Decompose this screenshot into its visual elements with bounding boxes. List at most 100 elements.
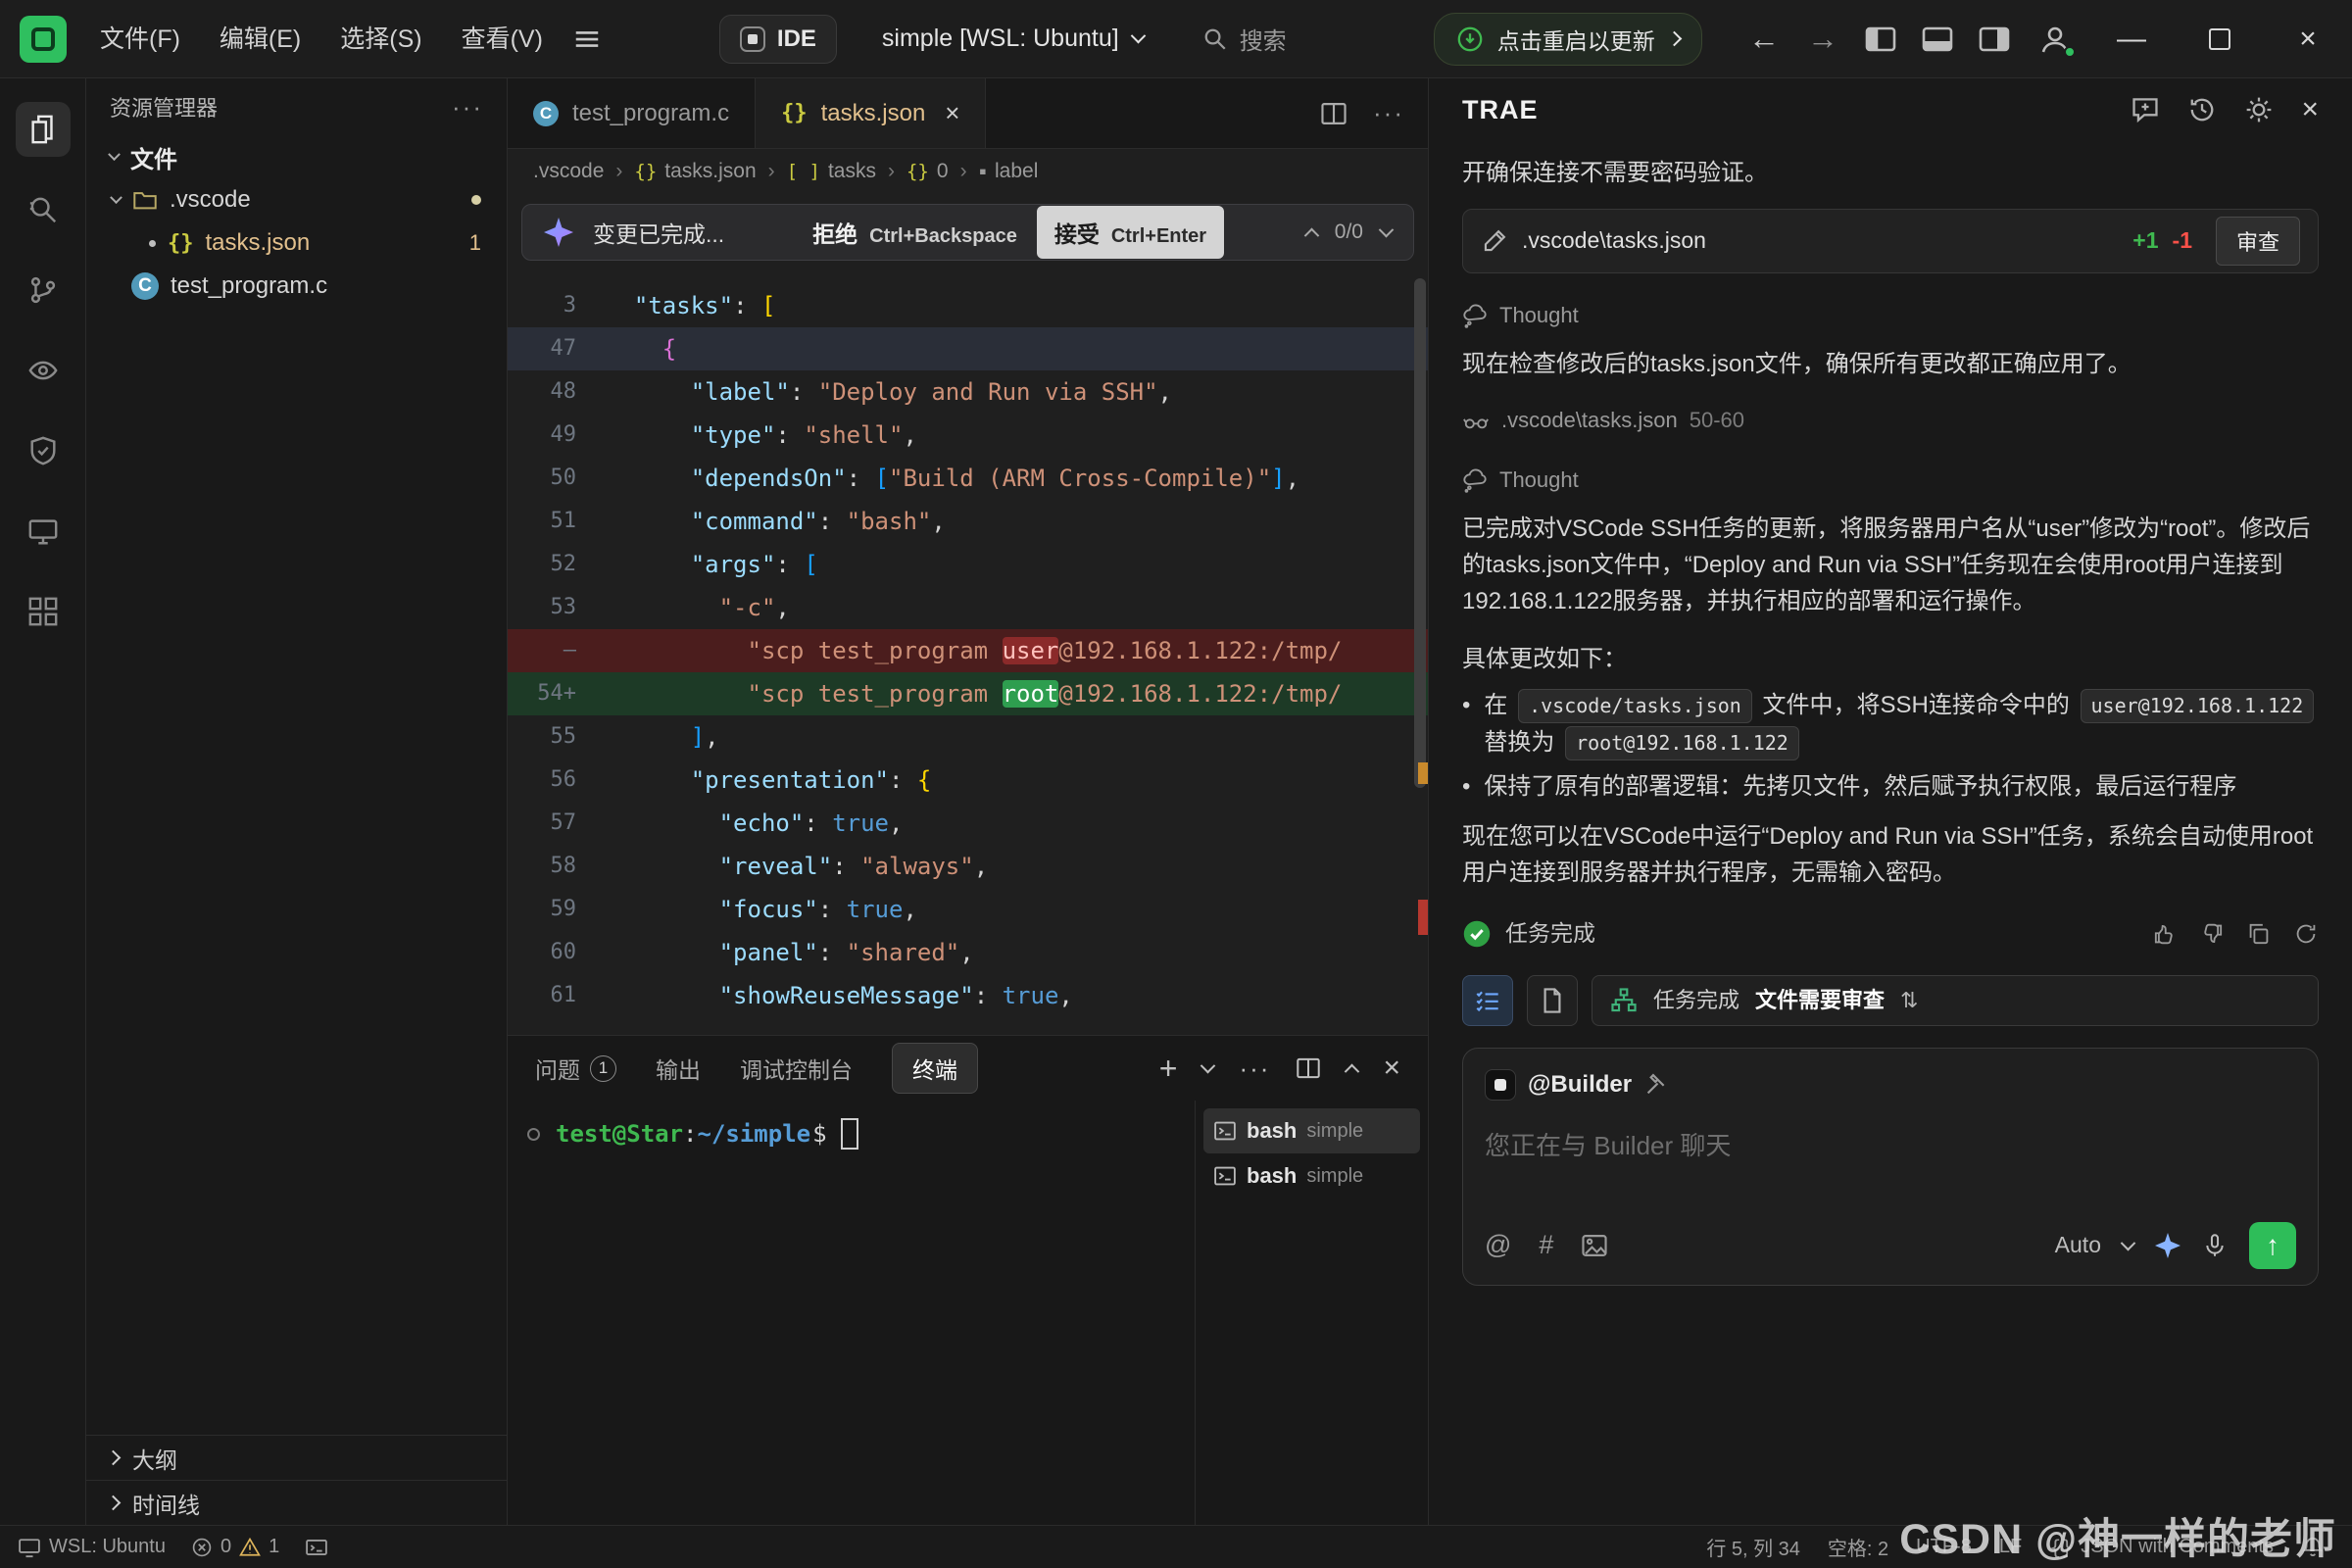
menu-view[interactable]: 查看(V)	[442, 0, 563, 78]
back-button[interactable]: ←	[1735, 21, 1793, 57]
panel-tab-terminal[interactable]: 终端	[892, 1043, 978, 1094]
split-editor-icon[interactable]	[1320, 100, 1348, 127]
code-line[interactable]: 61 "showReuseMessage": true,	[508, 974, 1428, 1017]
file-reference-row[interactable]: .vscode\tasks.json 50-60	[1462, 404, 2319, 437]
code-line[interactable]: 55 ],	[508, 715, 1428, 759]
tab-test-program-c[interactable]: C test_program.c	[508, 78, 756, 148]
extensions-grid-icon[interactable]	[16, 584, 71, 639]
review-button[interactable]: 审查	[2216, 217, 2300, 266]
remote-indicator[interactable]: WSL: Ubuntu	[18, 1536, 166, 1559]
toggle-right-sidebar-icon[interactable]	[1978, 23, 2011, 56]
menu-edit[interactable]: 编辑(E)	[200, 0, 320, 78]
breadcrumb-item[interactable]: [ ]tasks	[787, 160, 876, 183]
thumbs-up-icon[interactable]	[2152, 921, 2178, 947]
hamburger-menu-icon[interactable]	[572, 24, 602, 54]
panel-more-actions-icon[interactable]: ···	[1239, 1054, 1270, 1084]
new-terminal-icon[interactable]: +	[1159, 1053, 1178, 1084]
panel-tab-problems[interactable]: 问题 1	[535, 1052, 616, 1085]
terminal-session-item[interactable]: bash simple	[1203, 1108, 1420, 1153]
outline-section[interactable]: 大纲	[86, 1435, 507, 1480]
editor-more-actions-icon[interactable]: ···	[1373, 98, 1404, 128]
copy-icon[interactable]	[2246, 921, 2272, 947]
accept-changes-button[interactable]: 接受 Ctrl+Enter	[1037, 206, 1224, 259]
context-hash-icon[interactable]: #	[1539, 1225, 1553, 1266]
restart-update-button[interactable]: 点击重启以更新	[1434, 13, 1702, 66]
tab-tasks-json[interactable]: {} tasks.json ×	[756, 78, 986, 148]
code-line[interactable]: 48 "label": "Deploy and Run via SSH",	[508, 370, 1428, 414]
enhance-sparkle-icon[interactable]	[2155, 1233, 2180, 1258]
chat-input-placeholder[interactable]: 您正在与 Builder 聊天	[1485, 1126, 2296, 1214]
settings-gear-icon[interactable]	[2244, 95, 2274, 124]
preview-eye-icon[interactable]	[16, 343, 71, 398]
previous-change-icon[interactable]	[1304, 227, 1320, 243]
code-line[interactable]: 52 "args": [	[508, 543, 1428, 586]
maximize-button[interactable]	[2176, 0, 2264, 78]
close-trae-panel-icon[interactable]: ×	[2301, 93, 2319, 126]
breadcrumb-item[interactable]: {}0	[906, 160, 949, 183]
attach-image-icon[interactable]	[1581, 1232, 1608, 1259]
tree-item-test-program-c[interactable]: C test_program.c	[86, 265, 507, 308]
close-panel-icon[interactable]: ×	[1383, 1052, 1400, 1085]
scrollbar-thumb[interactable]	[1414, 278, 1426, 788]
sidebar-more-actions-icon[interactable]: ···	[452, 92, 483, 122]
menu-file[interactable]: 文件(F)	[80, 0, 200, 78]
reject-changes-button[interactable]: 拒绝 Ctrl+Backspace	[812, 216, 1017, 249]
code-line[interactable]: 54+ "scp test_program root@192.168.1.122…	[508, 672, 1428, 715]
search-icon[interactable]	[16, 182, 71, 237]
split-terminal-icon[interactable]	[1296, 1055, 1321, 1081]
ports-indicator[interactable]	[305, 1536, 328, 1559]
timeline-section[interactable]: 时间线	[86, 1480, 507, 1525]
send-button[interactable]: ↑	[2249, 1222, 2296, 1269]
forward-button[interactable]: →	[1793, 21, 1852, 57]
code-line[interactable]: 56 "presentation": {	[508, 759, 1428, 802]
toggle-left-sidebar-icon[interactable]	[1864, 23, 1897, 56]
code-line[interactable]: 60 "panel": "shared",	[508, 931, 1428, 974]
account-avatar[interactable]	[2038, 23, 2072, 56]
source-control-icon[interactable]	[16, 263, 71, 318]
toggle-bottom-panel-icon[interactable]	[1921, 23, 1954, 56]
code-line[interactable]: 53 "-c",	[508, 586, 1428, 629]
thumbs-down-icon[interactable]	[2199, 921, 2225, 947]
mention-icon[interactable]: @	[1485, 1225, 1511, 1266]
breadcrumb-item[interactable]: ▪label	[979, 160, 1039, 183]
microphone-icon[interactable]	[2202, 1233, 2228, 1258]
indentation[interactable]: 空格: 2	[1828, 1533, 1888, 1561]
titlebar-search[interactable]: 搜索	[1202, 22, 1287, 56]
changed-file-card[interactable]: .vscode\tasks.json +1 -1 审查	[1462, 209, 2319, 273]
debug-shield-icon[interactable]	[16, 423, 71, 478]
terminal-session-item[interactable]: bash simple	[1203, 1153, 1420, 1199]
tree-item-tasks-json[interactable]: {} tasks.json 1	[86, 221, 507, 265]
history-icon[interactable]	[2187, 95, 2217, 124]
workspace-selector[interactable]: simple [WSL: Ubuntu]	[882, 24, 1144, 53]
cursor-position[interactable]: 行 5, 列 34	[1706, 1533, 1800, 1561]
code-line[interactable]: — "scp test_program user@192.168.1.122:/…	[508, 629, 1428, 672]
panel-tab-debug-console[interactable]: 调试控制台	[740, 1052, 853, 1085]
checklist-view-button[interactable]	[1462, 975, 1513, 1026]
next-change-icon[interactable]	[1379, 221, 1395, 237]
remote-monitor-icon[interactable]	[16, 504, 71, 559]
explorer-icon[interactable]	[16, 102, 71, 157]
minimize-button[interactable]: —	[2087, 0, 2176, 78]
model-mode-selector[interactable]: Auto	[2055, 1228, 2101, 1263]
file-view-button[interactable]	[1527, 975, 1578, 1026]
ide-mode-badge[interactable]: IDE	[719, 15, 837, 64]
regenerate-icon[interactable]	[2293, 921, 2319, 947]
agent-name[interactable]: @Builder	[1528, 1066, 1632, 1102]
code-line[interactable]: 57 "echo": true,	[508, 802, 1428, 845]
terminal[interactable]: test@Star : ~/simple $	[508, 1101, 1195, 1525]
code-line[interactable]: 50 "dependsOn": ["Build (ARM Cross-Compi…	[508, 457, 1428, 500]
chat-input-box[interactable]: @Builder 您正在与 Builder 聊天 @ # Auto ↑	[1462, 1048, 2319, 1286]
expand-collapse-icon[interactable]: ⇅	[1900, 984, 1918, 1017]
code-line[interactable]: 3 "tasks": [	[508, 284, 1428, 327]
trae-logo-icon[interactable]	[20, 16, 67, 63]
editor-scrollbar[interactable]	[1412, 272, 1428, 1035]
code-line[interactable]: 58 "reveal": "always",	[508, 845, 1428, 888]
code-line[interactable]: 51 "command": "bash",	[508, 500, 1428, 543]
breadcrumb-item[interactable]: {}tasks.json	[634, 160, 756, 183]
review-status-bar[interactable]: 任务完成 文件需要审查 ⇅	[1592, 975, 2319, 1026]
code-line[interactable]: 59 "focus": true,	[508, 888, 1428, 931]
tree-item-root[interactable]: 文件	[86, 135, 507, 178]
problems-indicator[interactable]: 0 1	[191, 1536, 279, 1558]
close-tab-icon[interactable]: ×	[945, 98, 959, 128]
breadcrumb-item[interactable]: .vscode	[533, 160, 604, 183]
